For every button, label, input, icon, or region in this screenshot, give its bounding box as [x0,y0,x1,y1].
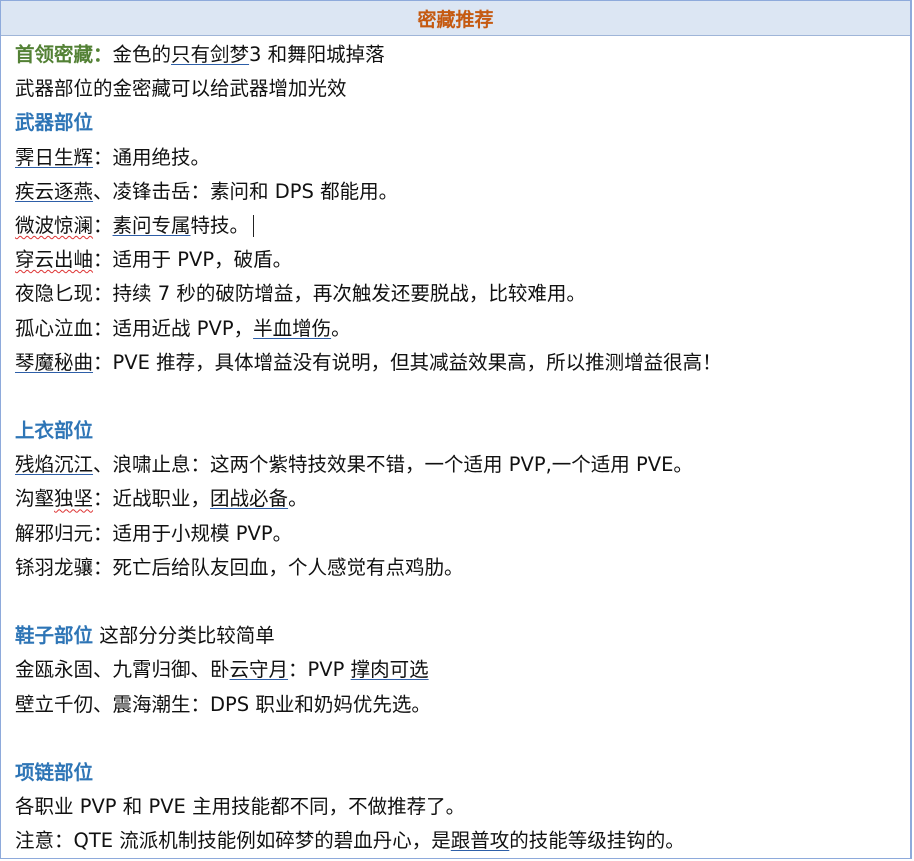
item-underlined: 跟普攻 [450,829,510,853]
item-desc-underlined: 素问专属 [112,213,191,237]
item-desc-end: 特技。 [190,213,250,237]
intro-line-2: 武器部位的金密藏可以给武器增加光效 [15,77,347,101]
list-item: 夜隐匕现：持续 7 秒的破防增益，再次触发还要脱战，比较难用。 [15,277,896,311]
item-desc-underlined: 团战必备 [210,487,289,511]
text-cursor [253,215,255,238]
list-item: 穿云出岫：适用于 PVP，破盾。 [15,243,896,277]
document-body[interactable]: 首领密藏：金色的只有剑梦3 和舞阳城掉落 武器部位的金密藏可以给武器增加光效 武… [1,36,910,859]
list-item: 孤心泣血：适用近战 PVP，半血增伤。 [15,312,896,346]
item-name: 铩羽龙骧 [15,555,94,579]
item-desc-underlined: 半血增伤 [253,316,332,340]
item-desc: ：死亡后给队友回血，个人感觉有点鸡肋。 [93,555,464,579]
section-line-shoes: 鞋子部位 这部分分类比较简单 [15,619,896,653]
intro-text: 金色的 [112,43,172,66]
list-item: 注意：QTE 流派机制技能例如碎梦的碧血丹心，是跟普攻的技能等级挂钩的。 [15,824,896,858]
list-item: 金瓯永固、九霄归御、卧云守月：PVP 撑肉可选 [15,653,896,687]
item-name: 疾云逐燕 [15,179,94,203]
item-desc: ：适用近战 PVP， [93,316,254,340]
item-desc-end: 。 [288,487,308,511]
item-desc: ：通用绝技。 [93,145,211,169]
list-item: 沟壑独坚：近战职业，团战必备。 [15,482,896,516]
item-desc: ：适用于 PVP，破盾。 [93,248,293,272]
list-item: 解邪归元：适用于小规模 PVP。 [15,517,896,551]
item-name: 琴魔秘曲 [15,350,94,374]
list-item: 各职业 PVP 和 PVE 主用技能都不同，不做推荐了。 [15,795,466,819]
intro-line: 首领密藏：金色的只有剑梦3 和舞阳城掉落 [15,38,896,72]
item-name: 夜隐匕现 [15,282,94,306]
document-table: 密藏推荐 首领密藏：金色的只有剑梦3 和舞阳城掉落 武器部位的金密藏可以给武器增… [0,0,912,859]
item-name: 残焰沉江 [15,453,94,477]
item-desc-end: 。 [331,316,351,340]
item-name: 孤心泣血 [15,316,94,340]
section-heading-necklace: 项链部位 [15,760,94,784]
item-text: ：PVP [288,658,351,682]
item-text: 注意：QTE 流派机制技能例如碎梦的碧血丹心，是 [15,829,451,853]
item-text: 的技能等级挂钩的。 [509,829,685,853]
item-name: 微波惊澜 [15,213,94,237]
item-underlined: 云守月 [229,658,289,682]
item-name: 解邪归元 [15,521,94,545]
list-item: 壁立千仞、震海潮生：DPS 职业和奶妈优先选。 [15,692,431,716]
item-desc: ： [93,213,113,237]
list-item: 微波惊澜：素问专属特技。 [15,209,896,243]
list-item: 铩羽龙骧：死亡后给队友回血，个人感觉有点鸡肋。 [15,551,896,585]
item-underlined: 撑肉可选 [350,658,429,682]
item-desc: ：素问和 DPS 都能用。 [190,179,399,203]
item-text: 金瓯永固、九霄归御、卧 [15,658,230,682]
page-title: 密藏推荐 [417,8,494,31]
item-desc: ：PVE 推荐，具体增益没有说明，但其减益效果高，所以推测增益很高！ [93,350,722,374]
item-name: 霁日生辉 [15,145,94,169]
section-note: 这部分分类比较简单 [93,624,275,648]
list-item: 霁日生辉：通用绝技。 [15,141,896,175]
item-desc: ：近战职业， [93,487,211,511]
section-heading-shoes: 鞋子部位 [15,624,94,648]
section-heading-weapon: 武器部位 [15,111,94,135]
intro-text-end: 3 和舞阳城掉落 [249,43,385,66]
table-header: 密藏推荐 [1,1,910,36]
item-name: 沟壑 [15,487,55,511]
item-desc: ：适用于小规模 PVP。 [93,521,293,545]
intro-underlined: 只有剑梦 [171,43,250,66]
item-desc: ：持续 7 秒的破防增益，再次触发还要脱战，比较难用。 [93,282,586,306]
section-heading-top: 上衣部位 [15,419,94,443]
list-item: 残焰沉江、浪啸止息：这两个紫特技效果不错，一个适用 PVP,一个适用 PVE。 [15,448,896,482]
item-name-rest: 、凌锋击岳 [93,179,191,203]
list-item: 琴魔秘曲：PVE 推荐，具体增益没有说明，但其减益效果高，所以推测增益很高！ [15,346,896,380]
item-name: 穿云出岫 [15,248,94,272]
intro-label: 首领密藏： [15,43,113,66]
item-desc: 、浪啸止息：这两个紫特技效果不错，一个适用 PVP,一个适用 PVE。 [93,453,693,477]
list-item: 疾云逐燕、凌锋击岳：素问和 DPS 都能用。 [15,175,896,209]
item-name-flagged: 独坚 [54,487,94,511]
